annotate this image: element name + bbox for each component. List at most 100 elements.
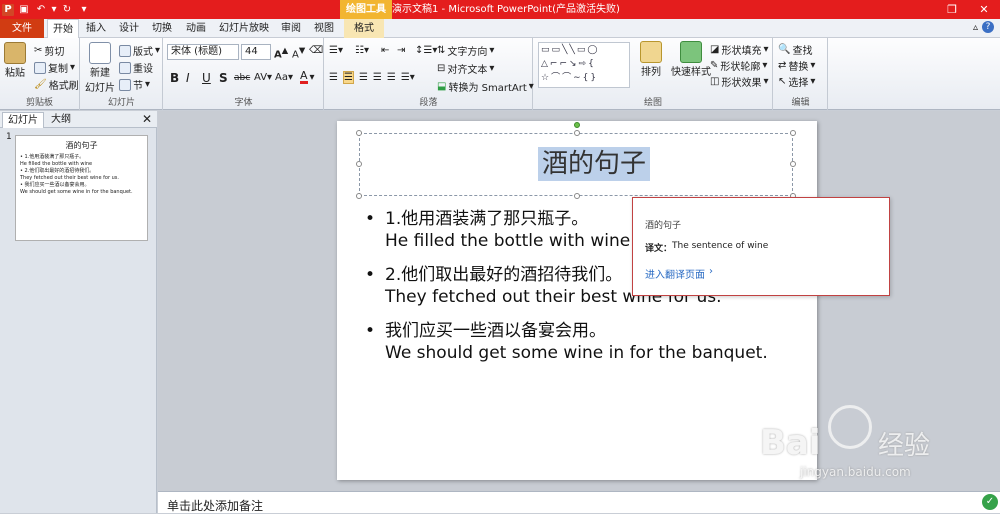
bullets-button[interactable]: ☰▾ bbox=[329, 45, 343, 56]
align-left-icon[interactable]: ☰ bbox=[329, 72, 338, 83]
help-icon[interactable]: ? bbox=[982, 21, 994, 33]
columns-icon[interactable]: ☰▾ bbox=[401, 72, 415, 83]
font-name-box[interactable]: 宋体 (标题) bbox=[167, 44, 239, 60]
increase-indent-button[interactable]: ⇥ bbox=[397, 45, 405, 56]
tab-file[interactable]: 文件 bbox=[0, 19, 44, 38]
decrease-indent-button[interactable]: ⇤ bbox=[381, 45, 389, 56]
font-color-button[interactable]: A ▾ bbox=[300, 70, 315, 84]
shrink-font-button[interactable]: A▼ bbox=[292, 45, 305, 60]
justify-icon[interactable]: ☰ bbox=[373, 72, 382, 83]
shape-effects-button[interactable]: ◫ 形状效果 ▾ bbox=[710, 74, 768, 89]
tab-outline[interactable]: 大纲 bbox=[46, 112, 76, 128]
tab-format[interactable]: 格式 bbox=[344, 19, 384, 38]
replace-button[interactable]: ⇄ 替换 ▾ bbox=[778, 58, 815, 73]
shape-fill-button[interactable]: ◪ 形状填充 ▾ bbox=[710, 42, 768, 57]
new-slide-button[interactable]: 新建 幻灯片 bbox=[85, 42, 115, 94]
resize-handle[interactable] bbox=[356, 130, 362, 136]
rotate-handle[interactable] bbox=[574, 122, 580, 128]
format-painter-button[interactable]: 🖌 格式刷 bbox=[34, 77, 79, 92]
tab-animations[interactable]: 动画 bbox=[180, 19, 212, 38]
tab-slides[interactable]: 幻灯片 bbox=[2, 112, 44, 128]
redo-icon[interactable]: ↻ bbox=[60, 3, 74, 17]
tab-home[interactable]: 开始 bbox=[47, 19, 79, 38]
shape-outline-button[interactable]: ✎ 形状轮廓 ▾ bbox=[710, 58, 767, 73]
copy-button[interactable]: 复制 ▾ bbox=[34, 60, 75, 75]
cut-button[interactable]: ✂ 剪切 bbox=[34, 43, 64, 58]
quick-styles-button[interactable]: 快速样式 bbox=[671, 41, 711, 78]
arrange-label: 排列 bbox=[641, 67, 661, 78]
select-button[interactable]: ↖ 选择 ▾ bbox=[778, 74, 815, 89]
slide[interactable]: 酒的句子 • 1.他用酒装满了那只瓶子。 He filled the bottle … bbox=[337, 121, 817, 480]
restore-icon[interactable]: ❐ bbox=[936, 0, 968, 19]
section-button[interactable]: 节 ▾ bbox=[119, 77, 150, 92]
bullet-item[interactable]: • 1.他用酒装满了那只瓶子。 He filled the bottle with … bbox=[365, 208, 630, 252]
undo-icon[interactable]: ↶ bbox=[34, 3, 48, 17]
slide-title[interactable]: 酒的句子 bbox=[538, 147, 651, 181]
shadow-button[interactable]: abc bbox=[234, 73, 250, 83]
align-text-button[interactable]: ⊟ 对齐文本 ▾ bbox=[437, 61, 494, 76]
chevron-down-icon: ▾ bbox=[763, 44, 769, 55]
tab-transitions[interactable]: 切换 bbox=[147, 19, 177, 38]
paragraph-group-label: 段落 bbox=[419, 98, 438, 108]
layout-button[interactable]: 版式 ▾ bbox=[119, 43, 160, 58]
resize-handle[interactable] bbox=[574, 193, 580, 199]
font-size-box[interactable]: 44 bbox=[241, 44, 271, 60]
close-icon[interactable]: ✕ bbox=[968, 0, 1000, 19]
slide-thumbnail[interactable]: 酒的句子 • 1.他用酒装满了那只瓶子。 He filled the bottl… bbox=[15, 135, 148, 241]
window-title: 演示文稿1 - Microsoft PowerPoint(产品激活失败) bbox=[392, 4, 620, 15]
char-spacing-button[interactable]: AV▾ bbox=[254, 72, 272, 83]
strikethrough-button[interactable]: S bbox=[219, 71, 228, 85]
paste-label: 粘贴 bbox=[5, 68, 25, 79]
customize-qat-icon[interactable]: ▾ bbox=[77, 3, 91, 17]
new-slide-icon bbox=[89, 42, 111, 64]
undo-dropdown-icon[interactable]: ▾ bbox=[51, 3, 57, 17]
line-spacing-button[interactable]: ↕☰▾ bbox=[415, 45, 437, 56]
align-right-icon[interactable]: ☰ bbox=[359, 72, 368, 83]
bullet-item[interactable]: • 我们应买一些酒以备宴会用。 We should get some wine in… bbox=[365, 320, 768, 364]
clear-format-button[interactable]: ⌫ bbox=[309, 45, 323, 56]
find-button[interactable]: 🔍 查找 bbox=[778, 42, 812, 57]
grow-font-button[interactable]: A▲ bbox=[274, 45, 288, 60]
change-case-button[interactable]: Aa▾ bbox=[275, 72, 293, 83]
resize-handle[interactable] bbox=[356, 161, 362, 167]
tab-design[interactable]: 设计 bbox=[114, 19, 144, 38]
tab-view[interactable]: 视图 bbox=[309, 19, 339, 38]
title-placeholder[interactable]: 酒的句子 bbox=[356, 122, 796, 199]
resize-handle[interactable] bbox=[790, 130, 796, 136]
select-label: 选择 bbox=[788, 78, 809, 89]
grow-font-icon: A▲ bbox=[274, 45, 289, 61]
shape-outline-label: 形状轮廓 bbox=[720, 62, 761, 73]
text-direction-button[interactable]: ⇅ 文字方向 ▾ bbox=[437, 43, 494, 58]
smartart-button[interactable]: ⬓ 转换为 SmartArt ▾ bbox=[437, 79, 534, 94]
distributed-icon[interactable]: ☰ bbox=[387, 72, 396, 83]
text-direction-icon: ⇅ bbox=[437, 45, 446, 56]
close-pane-icon[interactable]: ✕ bbox=[142, 112, 152, 126]
paragraph-group: ☰▾ ☷▾ ⇤ ⇥ ↕☰▾ ⇅ 文字方向 ▾ ☰ ☰ ☰ ☰ ☰ ☰▾ ⊟ 对齐文本 ▾… bbox=[325, 38, 534, 110]
align-center-icon[interactable]: ☰ bbox=[342, 71, 354, 84]
slides-pane: 幻灯片 大纲 ✕ 1 酒的句子 • 1.他用酒装满了那只瓶子。 He fille… bbox=[0, 111, 157, 513]
underline-button[interactable]: U bbox=[202, 71, 211, 85]
bold-button[interactable]: B bbox=[170, 71, 179, 85]
shrink-font-icon: A▼ bbox=[292, 45, 306, 61]
save-icon[interactable]: ▣ bbox=[17, 3, 31, 17]
shapes-gallery[interactable]: ▭▭╲╲▭◯ △⌐⌐↘⇨{☆⌒⌒∼{} bbox=[538, 42, 630, 88]
resize-handle[interactable] bbox=[790, 161, 796, 167]
resize-handle[interactable] bbox=[356, 193, 362, 199]
numbering-button[interactable]: ☷▾ bbox=[355, 45, 369, 56]
reset-button[interactable]: 重设 bbox=[119, 60, 153, 75]
popup-link[interactable]: 进入翻译页面 › bbox=[645, 266, 713, 281]
section-label: 节 bbox=[133, 81, 143, 92]
chevron-down-icon: ▾ bbox=[145, 79, 151, 90]
italic-button[interactable]: I bbox=[186, 71, 190, 85]
increase-indent-icon: ⇥ bbox=[397, 45, 406, 56]
resize-handle[interactable] bbox=[574, 130, 580, 136]
tab-insert[interactable]: 插入 bbox=[82, 19, 110, 38]
tab-review[interactable]: 审阅 bbox=[276, 19, 306, 38]
thumbnail-line: • 1.他用酒装满了那只瓶子。 bbox=[20, 154, 85, 160]
minimize-ribbon-icon[interactable]: ▵ bbox=[973, 22, 978, 33]
reset-label: 重设 bbox=[133, 64, 153, 75]
tab-slideshow[interactable]: 幻灯片放映 bbox=[216, 19, 272, 38]
powerpoint-logo-icon: P bbox=[2, 3, 14, 16]
paste-button[interactable]: 粘贴 bbox=[4, 42, 26, 79]
arrange-button[interactable]: 排列 bbox=[640, 41, 662, 78]
